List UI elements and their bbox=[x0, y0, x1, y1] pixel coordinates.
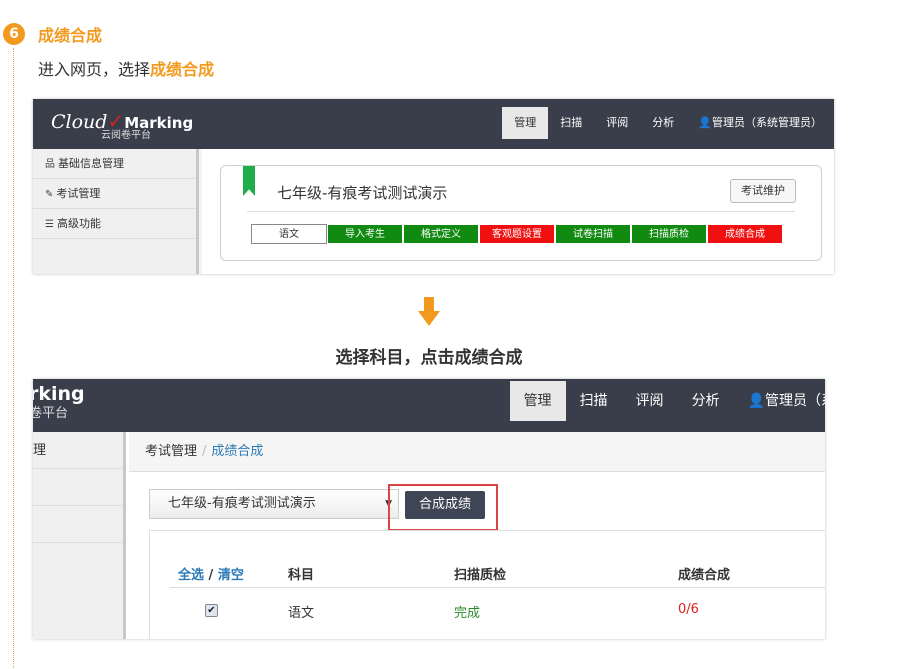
step-scan-qc[interactable]: 扫描质检 bbox=[631, 224, 707, 244]
nav-review[interactable]: 评阅 bbox=[622, 381, 678, 421]
step-number-badge: 6 bbox=[3, 23, 25, 45]
nav-user-menu[interactable]: 👤管理员（系统管理员） bbox=[686, 107, 834, 139]
step-subject-chinese[interactable]: 语文 bbox=[251, 224, 327, 244]
nav-scan[interactable]: 扫描 bbox=[566, 381, 622, 421]
arrow-head bbox=[418, 311, 440, 326]
nav-user-menu[interactable]: 👤管理员（系 bbox=[734, 381, 825, 421]
nav-analysis[interactable]: 分析 bbox=[640, 107, 686, 139]
top-navbar: Cloud✓Marking 云阅卷平台 管理 扫描 评阅 分析 👤管理员（系统管… bbox=[33, 99, 834, 149]
clear-link[interactable]: 清空 bbox=[218, 568, 244, 583]
sidebar-item-manage[interactable]: 理 bbox=[33, 432, 123, 469]
exam-maintenance-button[interactable]: 考试维护 bbox=[730, 179, 796, 203]
workflow-steps: 语文 导入考生 格式定义 客观题设置 试卷扫描 扫描质检 成绩合成 bbox=[251, 224, 783, 244]
exam-select-value: 七年级-有痕考试测试演示 bbox=[168, 496, 316, 511]
highlight-box bbox=[388, 484, 498, 531]
main-nav: 管理 扫描 评阅 分析 👤管理员（系 bbox=[509, 381, 825, 421]
breadcrumb-separator: / bbox=[202, 444, 207, 459]
user-icon: 👤 bbox=[747, 393, 765, 409]
nav-manage[interactable]: 管理 bbox=[502, 107, 549, 139]
step-caption: 选择科目，点击成绩合成 bbox=[335, 348, 523, 368]
check-icon: ✔ bbox=[207, 605, 216, 616]
exam-title: 七年级-有痕考试测试演示 bbox=[277, 184, 448, 202]
sidebar-item-label: 高级功能 bbox=[56, 217, 101, 230]
sidebar-item-basic-info[interactable]: 品基础信息管理 bbox=[33, 149, 196, 179]
exam-card: 七年级-有痕考试测试演示 考试维护 语文 导入考生 格式定义 客观题设置 试卷扫… bbox=[220, 165, 822, 261]
logo-subtitle: 云阅卷平台 bbox=[101, 130, 151, 141]
select-separator: / bbox=[208, 568, 214, 583]
header-subject: 科目 bbox=[288, 568, 315, 583]
arrow-shaft bbox=[424, 297, 434, 311]
step-score-compose[interactable]: 成绩合成 bbox=[707, 224, 783, 244]
cell-score-compose-progress: 0/6 bbox=[678, 602, 699, 617]
main-nav: 管理 扫描 评阅 分析 👤管理员（系统管理员） bbox=[502, 107, 834, 139]
step-paper-scan[interactable]: 试卷扫描 bbox=[555, 224, 631, 244]
sitemap-icon: 品 bbox=[45, 159, 55, 170]
sidebar-item-advanced[interactable]: ☰ 高级功能 bbox=[33, 209, 196, 239]
screenshot-exam-management: Cloud✓Marking 云阅卷平台 管理 扫描 评阅 分析 👤管理员（系统管… bbox=[33, 99, 834, 274]
breadcrumb-current: 成绩合成 bbox=[211, 444, 264, 459]
edit-icon: ✎ bbox=[45, 189, 54, 200]
breadcrumb: 考试管理 / 成绩合成 bbox=[129, 432, 825, 472]
app-logo: Cloud✓Marking 云阅卷平台 bbox=[51, 109, 193, 141]
app-logo: rking 卷平台 bbox=[33, 383, 85, 421]
logo-cloud-text: Cloud bbox=[51, 111, 108, 133]
header-scan-qc: 扫描质检 bbox=[454, 568, 507, 583]
nav-user-label: 管理员（系统管理员） bbox=[712, 116, 822, 129]
select-controls: 全选 / 清空 bbox=[178, 564, 244, 583]
cell-subject: 语文 bbox=[288, 606, 315, 621]
table-header: 全选 / 清空 科目 扫描质检 成绩合成 bbox=[170, 556, 825, 588]
sidebar: 品基础信息管理 ✎ 考试管理 ☰ 高级功能 bbox=[33, 149, 199, 274]
step-import-students[interactable]: 导入考生 bbox=[327, 224, 403, 244]
step-description: 进入网页，选择成绩合成 bbox=[38, 56, 214, 80]
step-objective-settings[interactable]: 客观题设置 bbox=[479, 224, 555, 244]
step-format-definition[interactable]: 格式定义 bbox=[403, 224, 479, 244]
nav-scan[interactable]: 扫描 bbox=[548, 107, 594, 139]
user-icon: 👤 bbox=[698, 116, 712, 129]
sidebar-item-label: 考试管理 bbox=[56, 187, 101, 200]
subject-table: 全选 / 清空 科目 扫描质检 成绩合成 ✔ 语文 完成 0/6 bbox=[149, 530, 825, 639]
nav-manage[interactable]: 管理 bbox=[509, 381, 566, 421]
header-score-compose: 成绩合成 bbox=[678, 568, 731, 583]
sidebar: 理 bbox=[33, 432, 126, 639]
sidebar-item-exam-manage[interactable]: ✎ 考试管理 bbox=[33, 179, 196, 209]
screenshot-score-compose: rking 卷平台 管理 扫描 评阅 分析 👤管理员（系 理 考试管理 / 成绩合成… bbox=[33, 379, 825, 639]
cell-scan-qc-status: 完成 bbox=[454, 606, 481, 621]
nav-analysis[interactable]: 分析 bbox=[678, 381, 734, 421]
top-navbar: rking 卷平台 管理 扫描 评阅 分析 👤管理员（系 bbox=[33, 379, 825, 432]
select-all-link[interactable]: 全选 bbox=[178, 568, 204, 583]
bookmark-icon bbox=[243, 166, 255, 196]
card-divider bbox=[247, 211, 795, 212]
step-desc-prefix: 进入网页，选择 bbox=[38, 60, 151, 79]
row-checkbox[interactable]: ✔ bbox=[205, 604, 218, 617]
step-desc-highlight: 成绩合成 bbox=[150, 60, 215, 79]
breadcrumb-exam-manage[interactable]: 考试管理 bbox=[145, 444, 197, 459]
main-content: 七年级-有痕考试测试演示 考试维护 语文 导入考生 格式定义 客观题设置 试卷扫… bbox=[202, 149, 834, 274]
nav-review[interactable]: 评阅 bbox=[594, 107, 640, 139]
sidebar-item-2[interactable] bbox=[33, 469, 123, 506]
exam-select[interactable]: 七年级-有痕考试测试演示 ▼ bbox=[149, 489, 399, 519]
step-title: 成绩合成 bbox=[38, 26, 103, 45]
sidebar-item-label: 基础信息管理 bbox=[58, 157, 124, 170]
table-row: ✔ 语文 完成 0/6 bbox=[170, 594, 825, 626]
arrow-down-icon bbox=[418, 297, 440, 329]
sidebar-item-3[interactable] bbox=[33, 506, 123, 543]
nav-user-label: 管理员（系 bbox=[765, 393, 825, 409]
list-icon: ☰ bbox=[45, 219, 54, 230]
main-content: 考试管理 / 成绩合成 七年级-有痕考试测试演示 ▼ 合成成绩 全选 / 清空 科目… bbox=[129, 432, 825, 639]
